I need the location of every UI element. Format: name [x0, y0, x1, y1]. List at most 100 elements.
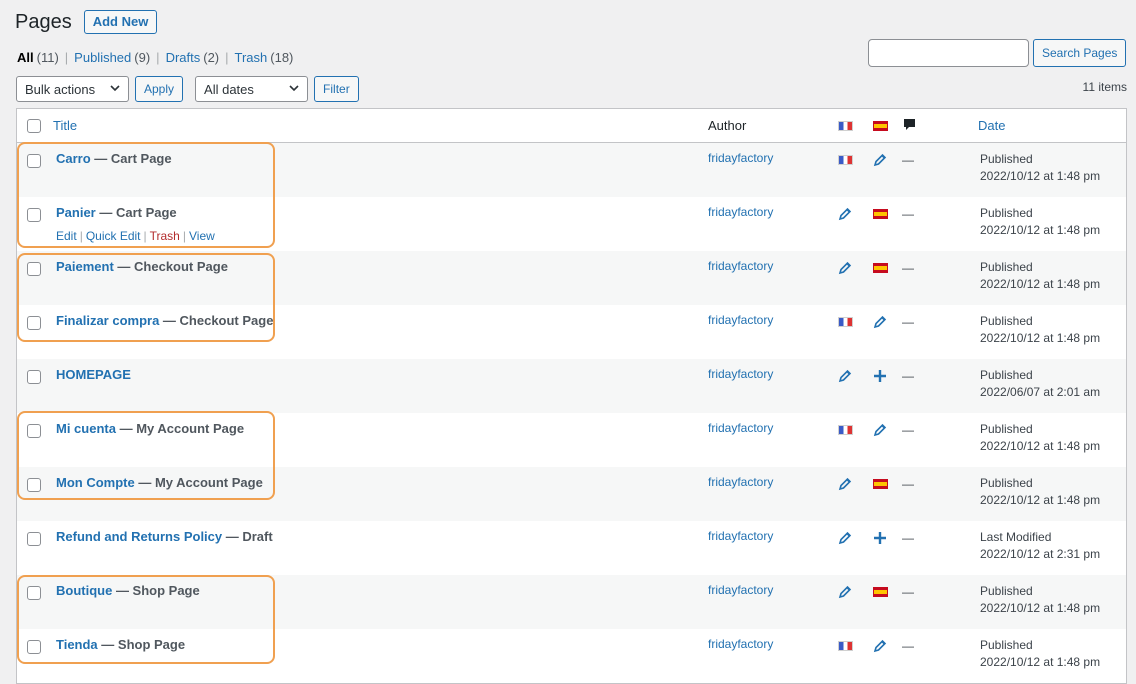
comments-icon: [903, 118, 916, 135]
row-date: Published 2022/10/12 at 1:48 pm: [980, 637, 1100, 671]
spanish-flag-icon: [873, 263, 888, 273]
translation-fr: [838, 585, 852, 602]
view-link[interactable]: View: [189, 229, 215, 243]
search-input[interactable]: [868, 39, 1029, 67]
row-checkbox[interactable]: [27, 154, 41, 168]
page-title-link[interactable]: Mon Compte: [56, 475, 135, 490]
spanish-flag-icon: [873, 479, 888, 489]
author-link[interactable]: fridayfactory: [708, 529, 773, 543]
pencil-icon[interactable]: [873, 639, 887, 653]
page-title-link[interactable]: Carro: [56, 151, 91, 166]
pencil-icon[interactable]: [873, 423, 887, 437]
row-actions: Edit | Quick Edit | Trash | View: [56, 229, 215, 243]
french-flag-icon: [838, 119, 853, 134]
page-state: — Checkout Page: [159, 313, 274, 328]
page-title-link[interactable]: Panier: [56, 205, 96, 220]
column-title[interactable]: Title: [53, 118, 77, 133]
page-title-link[interactable]: Tienda: [56, 637, 98, 652]
pencil-icon[interactable]: [838, 585, 852, 599]
page-title-link[interactable]: Boutique: [56, 583, 112, 598]
translation-fr: [838, 207, 852, 224]
post-date: 2022/10/12 at 1:48 pm: [980, 493, 1101, 507]
table-row: Carro — Cart Page fridayfactory — Published…: [17, 143, 1126, 197]
french-flag-icon: [838, 425, 853, 435]
page-title: Pages: [15, 10, 72, 33]
pencil-icon[interactable]: [838, 207, 852, 221]
plus-icon[interactable]: [873, 531, 887, 545]
author-link[interactable]: fridayfactory: [708, 583, 773, 597]
page-state: — My Account Page: [115, 421, 245, 436]
spanish-flag-icon: [873, 209, 888, 219]
row-checkbox[interactable]: [27, 208, 41, 222]
add-new-button[interactable]: Add New: [83, 10, 158, 34]
row-checkbox[interactable]: [27, 316, 41, 330]
translation-fr: [838, 369, 852, 386]
filter-drafts[interactable]: Drafts: [166, 50, 201, 65]
translation-es: [873, 153, 887, 170]
author-link[interactable]: fridayfactory: [708, 421, 773, 435]
row-date: Published 2022/10/12 at 1:48 pm: [980, 421, 1100, 455]
column-date[interactable]: Date: [978, 118, 1005, 133]
author-link[interactable]: fridayfactory: [708, 205, 773, 219]
pencil-icon[interactable]: [838, 261, 852, 275]
row-checkbox[interactable]: [27, 640, 41, 654]
pencil-icon[interactable]: [873, 153, 887, 167]
post-status: Published: [980, 314, 1033, 328]
row-checkbox[interactable]: [27, 478, 41, 492]
row-checkbox[interactable]: [27, 424, 41, 438]
translation-fr: [838, 315, 853, 330]
row-checkbox[interactable]: [27, 262, 41, 276]
page-title-link[interactable]: Refund and Returns Policy: [56, 529, 222, 544]
translation-fr: [838, 261, 852, 278]
pencil-icon[interactable]: [838, 369, 852, 383]
plus-icon[interactable]: [873, 369, 887, 383]
filter-published[interactable]: Published: [74, 50, 131, 65]
page-title-link[interactable]: Paiement: [56, 259, 114, 274]
status-filter-links: All (11) | Published (9) | Drafts (2) | …: [17, 50, 293, 65]
row-date: Published 2022/10/12 at 1:48 pm: [980, 151, 1100, 185]
author-link[interactable]: fridayfactory: [708, 475, 773, 489]
author-link[interactable]: fridayfactory: [708, 259, 773, 273]
page-title-link[interactable]: Finalizar compra: [56, 313, 159, 328]
pencil-icon[interactable]: [873, 315, 887, 329]
post-date: 2022/10/12 at 1:48 pm: [980, 277, 1101, 291]
page-title-link[interactable]: HOMEPAGE: [56, 367, 131, 382]
search-pages-button[interactable]: Search Pages: [1033, 39, 1127, 67]
select-all-checkbox[interactable]: [27, 119, 41, 133]
filter-button[interactable]: Filter: [314, 76, 359, 102]
row-title: Panier — Cart Page: [56, 205, 177, 220]
filter-published-count: (9): [134, 50, 151, 65]
dates-select[interactable]: All dates: [195, 76, 309, 102]
pencil-icon[interactable]: [838, 531, 852, 545]
author-link[interactable]: fridayfactory: [708, 313, 773, 327]
row-checkbox[interactable]: [27, 532, 41, 546]
row-title: Paiement — Checkout Page: [56, 259, 228, 274]
row-checkbox[interactable]: [27, 370, 41, 384]
filter-trash[interactable]: Trash: [235, 50, 268, 65]
author-link[interactable]: fridayfactory: [708, 637, 773, 651]
trash-link[interactable]: Trash: [150, 229, 180, 243]
comment-count: —: [902, 585, 914, 599]
row-checkbox[interactable]: [27, 586, 41, 600]
filter-separator: |: [64, 50, 69, 65]
filter-all[interactable]: All: [17, 50, 34, 65]
apply-button[interactable]: Apply: [135, 76, 184, 102]
spanish-flag-icon: [873, 119, 888, 134]
table-row: Boutique — Shop Page fridayfactory — Publis…: [17, 575, 1126, 629]
page-title-link[interactable]: Mi cuenta: [56, 421, 116, 436]
author-link[interactable]: fridayfactory: [708, 151, 773, 165]
author-link[interactable]: fridayfactory: [708, 367, 773, 381]
post-status: Published: [980, 368, 1033, 382]
chevron-down-icon: [289, 84, 299, 95]
french-flag-icon: [838, 317, 853, 327]
quick-edit-link[interactable]: Quick Edit: [86, 229, 141, 243]
post-date: 2022/06/07 at 2:01 am: [980, 385, 1101, 399]
row-title: Boutique — Shop Page: [56, 583, 200, 598]
filter-separator: |: [225, 50, 229, 65]
bulk-actions-select[interactable]: Bulk actions: [16, 76, 129, 102]
post-status: Published: [980, 152, 1033, 166]
filter-separator: |: [156, 50, 160, 65]
edit-link[interactable]: Edit: [56, 229, 77, 243]
translation-fr: [838, 639, 853, 654]
pencil-icon[interactable]: [838, 477, 852, 491]
